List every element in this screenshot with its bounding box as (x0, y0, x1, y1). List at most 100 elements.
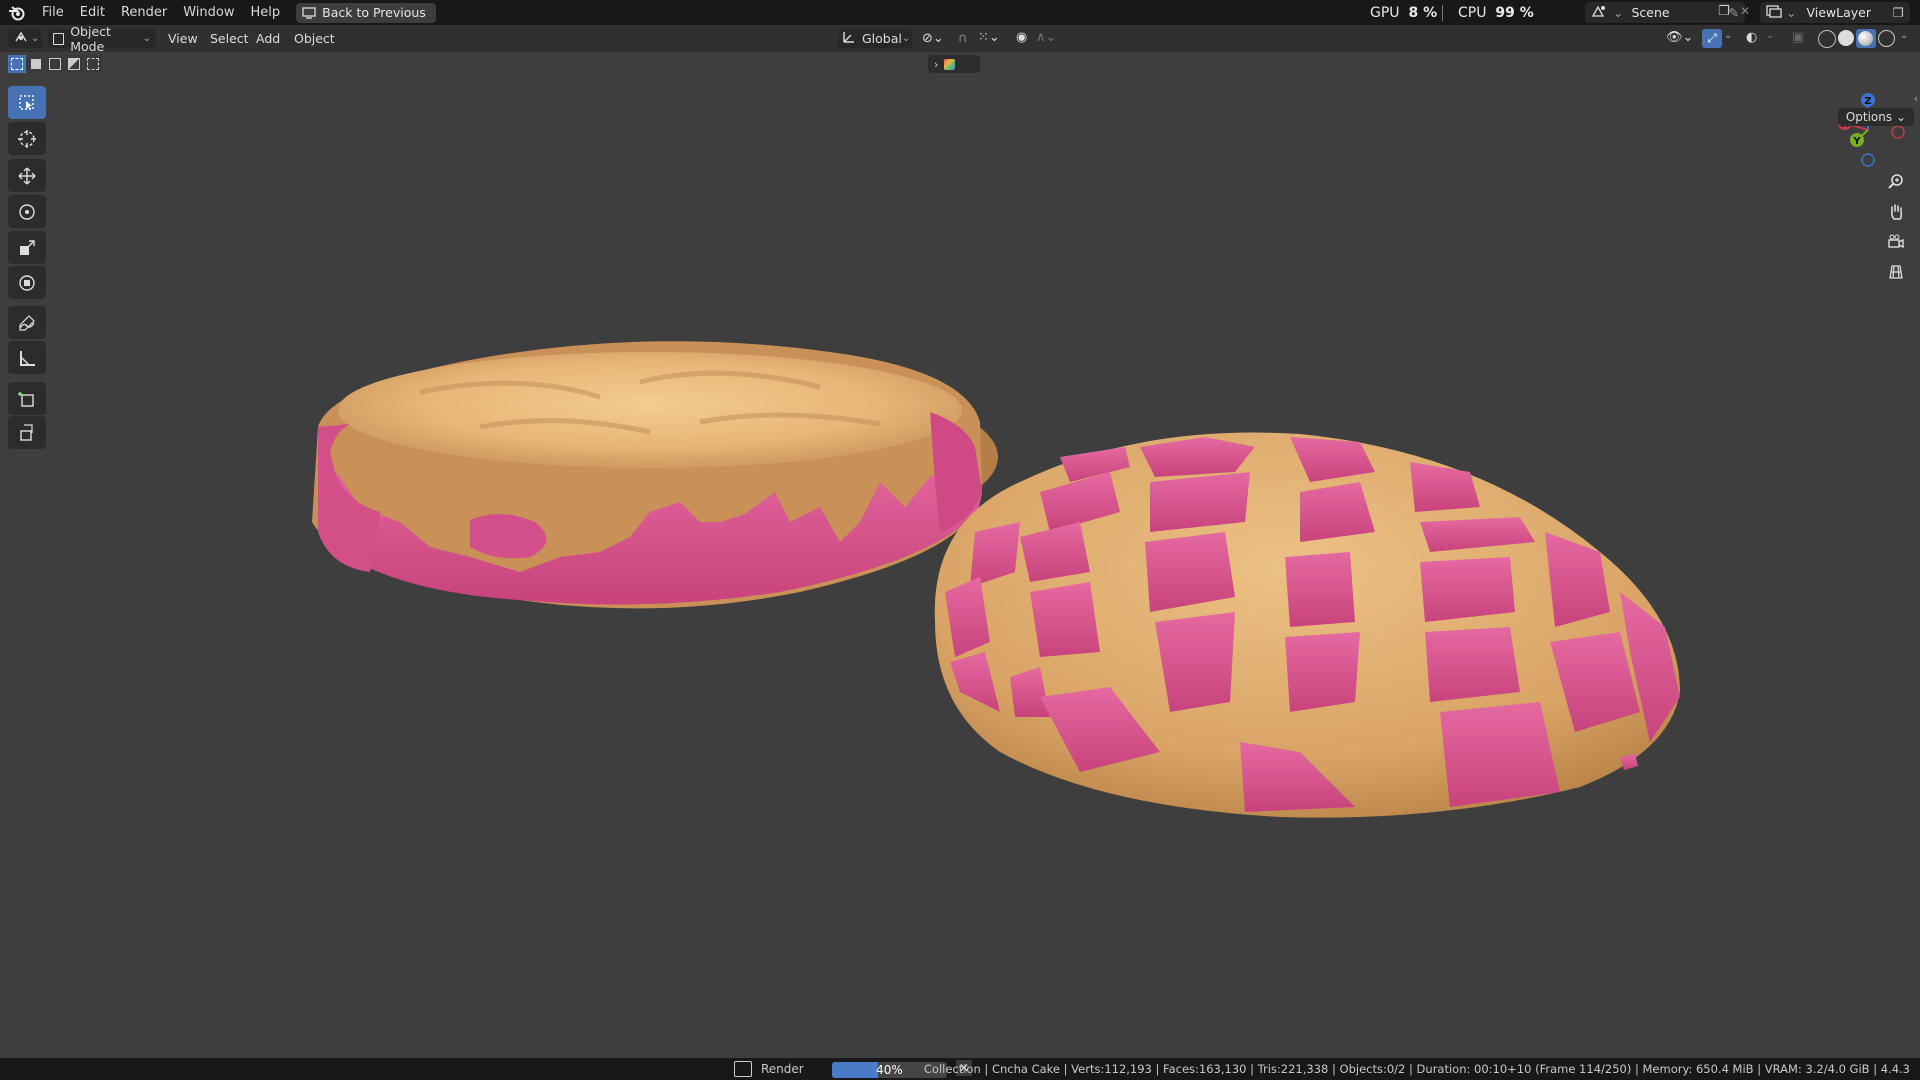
extrude-tool[interactable] (8, 416, 46, 449)
concha-bottom-half[interactable] (312, 341, 998, 609)
annotate-icon (19, 314, 35, 331)
mode-dropdown[interactable]: Object Mode ⌄ (48, 24, 156, 54)
proportional-edit-icon[interactable]: ◉ (1016, 30, 1027, 45)
gizmo-z-label: Z (1864, 96, 1871, 107)
menu-edit[interactable]: Edit (72, 0, 113, 25)
hand-icon (1890, 204, 1903, 220)
editor-type-dropdown[interactable]: ⌄ (8, 29, 42, 48)
gpu-label: GPU (1370, 5, 1400, 21)
add-cube-tool[interactable] (8, 382, 46, 415)
pivot-point-icon[interactable]: ⊘⌄ (922, 31, 944, 46)
gizmo-y-label: Y (1852, 136, 1861, 147)
falloff-icon[interactable]: ∧⌄ (1036, 30, 1056, 45)
select-extend-icon[interactable] (27, 55, 45, 73)
mode-label: Object Mode (70, 23, 111, 54)
rotate-tool[interactable] (8, 195, 46, 228)
render-job-icon (734, 1061, 752, 1077)
zoom-button[interactable] (1882, 168, 1910, 196)
expand-icon: › (934, 57, 939, 71)
header-menu-view[interactable]: View (168, 29, 198, 48)
cursor-tool[interactable] (8, 122, 46, 155)
sidebar-toggle-icon[interactable]: ‹ (1914, 92, 1918, 105)
overlays-dropdown-icon[interactable]: ⌄ (1766, 30, 1774, 41)
select-intersect-icon[interactable] (84, 55, 102, 73)
scene-stats: Collection | Cncha Cake | Verts:112,193 … (923, 1062, 1910, 1076)
gizmo-dropdown-icon[interactable]: ⌄ (1724, 30, 1732, 41)
select-subtract-icon[interactable] (46, 55, 64, 73)
viewport-scene (312, 341, 1680, 818)
gizmo-neg-z[interactable] (1861, 153, 1875, 167)
view-layer-icon (1766, 4, 1782, 21)
scene-name: Scene (1631, 5, 1670, 20)
header-menu-select[interactable]: Select (210, 29, 249, 48)
select-box-tool[interactable] (8, 86, 46, 119)
measure-icon (20, 350, 35, 366)
xray-icon[interactable]: ▣ (1792, 30, 1804, 45)
annotate-tool[interactable] (8, 306, 46, 339)
select-invert-icon[interactable] (65, 55, 83, 73)
menu-window[interactable]: Window (175, 0, 242, 25)
orientation-icon (842, 30, 856, 47)
rotate-icon (19, 203, 35, 220)
concha-top-half[interactable] (934, 432, 1680, 818)
options-dropdown[interactable]: Options ⌄ (1837, 108, 1914, 126)
asset-shelf-toggle[interactable]: › (928, 55, 980, 73)
zoom-icon (1888, 174, 1903, 189)
new-view-layer-icon[interactable]: ❐ (1893, 5, 1904, 20)
transform-icon (19, 274, 35, 291)
move-tool[interactable] (8, 159, 46, 192)
shading-dropdown-icon[interactable]: ⌄ (1900, 30, 1908, 41)
add-cube-icon (18, 391, 34, 407)
header-menu-add[interactable]: Add (256, 29, 280, 48)
cpu-label: CPU (1458, 5, 1487, 21)
menu-render[interactable]: Render (113, 0, 175, 25)
gpu-readout: GPU 8 % (1370, 0, 1437, 25)
gizmo-neg-x-right[interactable] (1891, 125, 1905, 139)
scale-tool[interactable] (8, 231, 46, 264)
status-bar: Render 40% ✕ Collection | Cncha Cake | V… (0, 1058, 1920, 1080)
shading-rendered-icon[interactable] (1878, 30, 1895, 47)
view-layer-name: ViewLayer (1806, 5, 1871, 20)
object-mode-icon (53, 32, 65, 45)
transform-tool[interactable] (8, 266, 46, 299)
snap-target-icon[interactable]: ⁙⌄ (978, 30, 1000, 45)
menu-help[interactable]: Help (243, 0, 289, 25)
gizmo-toggle-icon[interactable]: ⤢ (1702, 29, 1722, 48)
3d-viewport[interactable]: Z X Y Options ⌄ ‹ › (0, 52, 1920, 1058)
delete-scene-icon[interactable]: ✕ (1740, 4, 1754, 20)
camera-icon (1888, 234, 1904, 249)
navigation-gizmo[interactable]: Z X Y (1830, 88, 1910, 168)
view-layer-selector[interactable]: ⌄ ViewLayer ❐ (1760, 2, 1910, 23)
measure-tool[interactable] (8, 341, 46, 374)
scale-icon (20, 239, 35, 255)
shading-material-icon[interactable] (1856, 29, 1876, 48)
asset-icon (944, 58, 956, 70)
header-menu-object[interactable]: Object (294, 29, 335, 48)
orientation-label: Global (862, 31, 902, 46)
render-label: Render (761, 1062, 804, 1076)
transform-orientation-dropdown[interactable]: Global ⌄ (838, 29, 912, 48)
extrude-icon (20, 423, 33, 441)
visibility-icon[interactable]: 👁⌄ (1666, 30, 1693, 45)
select-new-icon[interactable] (8, 55, 26, 73)
scene-icon (1591, 4, 1607, 21)
ortho-toggle-button[interactable] (1882, 258, 1910, 286)
screen-icon (302, 6, 316, 19)
viewport-editor-icon (14, 31, 28, 46)
back-to-previous-button[interactable]: Back to Previous (296, 2, 436, 23)
shading-solid-icon[interactable] (1838, 30, 1854, 46)
blender-logo-icon[interactable] (0, 0, 34, 25)
viewport-header: ⌄ Object Mode ⌄ View Select Add Object G… (0, 24, 1920, 54)
shading-wireframe-icon[interactable] (1818, 30, 1836, 48)
cursor-icon (18, 129, 36, 148)
overlays-icon[interactable]: ◐ (1746, 30, 1757, 45)
select-box-icon (19, 94, 34, 110)
camera-view-button[interactable] (1882, 228, 1910, 256)
new-scene-icon[interactable]: ❐ (1718, 4, 1736, 20)
options-label: Options (1845, 110, 1893, 124)
menu-file[interactable]: File (34, 0, 72, 25)
cpu-value: 99 % (1495, 5, 1534, 21)
gpu-value: 8 % (1408, 5, 1438, 21)
snap-icon[interactable]: ∩ (958, 31, 968, 46)
pan-button[interactable] (1882, 198, 1910, 226)
